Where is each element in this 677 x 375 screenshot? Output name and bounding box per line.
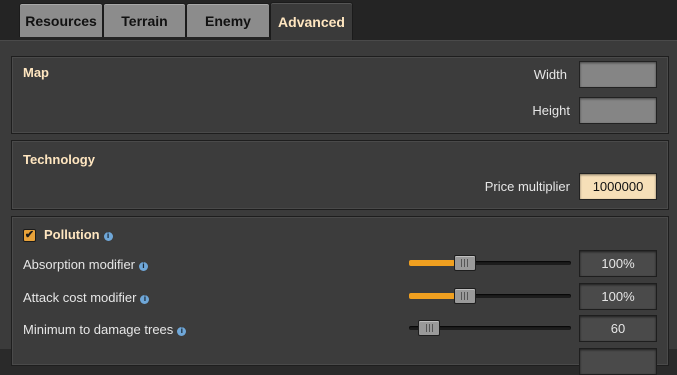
tab-advanced[interactable]: Advanced	[270, 2, 353, 40]
row-label: Attack cost modifier	[23, 290, 137, 305]
tab-label: Enemy	[205, 12, 251, 29]
info-icon[interactable]: i	[177, 327, 187, 336]
slider-fill	[409, 293, 455, 299]
map-title: Map	[23, 65, 49, 80]
attack-cost-modifier-slider[interactable]	[409, 288, 571, 304]
technology-title: Technology	[23, 152, 95, 167]
info-icon[interactable]: i	[103, 232, 113, 241]
pollution-title: Pollution i	[44, 227, 113, 242]
tab-bar: Resources Terrain Enemy Advanced	[0, 0, 677, 40]
tab-terrain[interactable]: Terrain	[103, 3, 186, 37]
next-row-value[interactable]	[579, 348, 657, 375]
absorption-modifier-value[interactable]: 100%	[579, 250, 657, 277]
pollution-title-text: Pollution	[44, 227, 100, 242]
width-field[interactable]	[579, 61, 657, 88]
info-icon[interactable]: i	[140, 295, 150, 304]
pollution-panel: ✔ Pollution i Absorption modifier i 100% A…	[11, 216, 669, 375]
height-label: Height	[532, 103, 570, 118]
attack-cost-modifier-label: Attack cost modifier i	[23, 290, 150, 305]
tab-label: Advanced	[278, 13, 345, 30]
minimum-to-damage-trees-slider[interactable]	[409, 320, 571, 336]
absorption-modifier-label: Absorption modifier i	[23, 257, 148, 272]
row-label: Absorption modifier	[23, 257, 135, 272]
slider-handle[interactable]	[453, 255, 476, 271]
tab-label: Resources	[25, 12, 97, 29]
attack-cost-modifier-value[interactable]: 100%	[579, 283, 657, 310]
row-label: Minimum to damage trees	[23, 322, 174, 337]
technology-panel: Technology Price multiplier 1000000	[11, 140, 669, 210]
settings-content: Map Width Height Technology Price multip…	[0, 40, 677, 375]
slider-handle[interactable]	[453, 288, 476, 304]
pollution-checkbox[interactable]: ✔	[23, 229, 36, 242]
tab-label: Terrain	[121, 12, 168, 29]
tab-resources[interactable]: Resources	[19, 3, 103, 37]
minimum-to-damage-trees-label: Minimum to damage trees i	[23, 322, 187, 337]
absorption-modifier-slider[interactable]	[409, 255, 571, 271]
minimum-to-damage-trees-value[interactable]: 60	[579, 315, 657, 342]
map-panel: Map Width Height	[11, 56, 669, 134]
info-icon[interactable]: i	[139, 262, 148, 271]
tab-enemy[interactable]: Enemy	[186, 3, 270, 37]
slider-handle[interactable]	[418, 320, 440, 336]
width-label: Width	[533, 67, 567, 82]
price-multiplier-field[interactable]: 1000000	[579, 173, 657, 200]
slider-fill	[409, 260, 455, 266]
price-multiplier-label: Price multiplier	[484, 179, 570, 194]
height-field[interactable]	[579, 97, 657, 124]
